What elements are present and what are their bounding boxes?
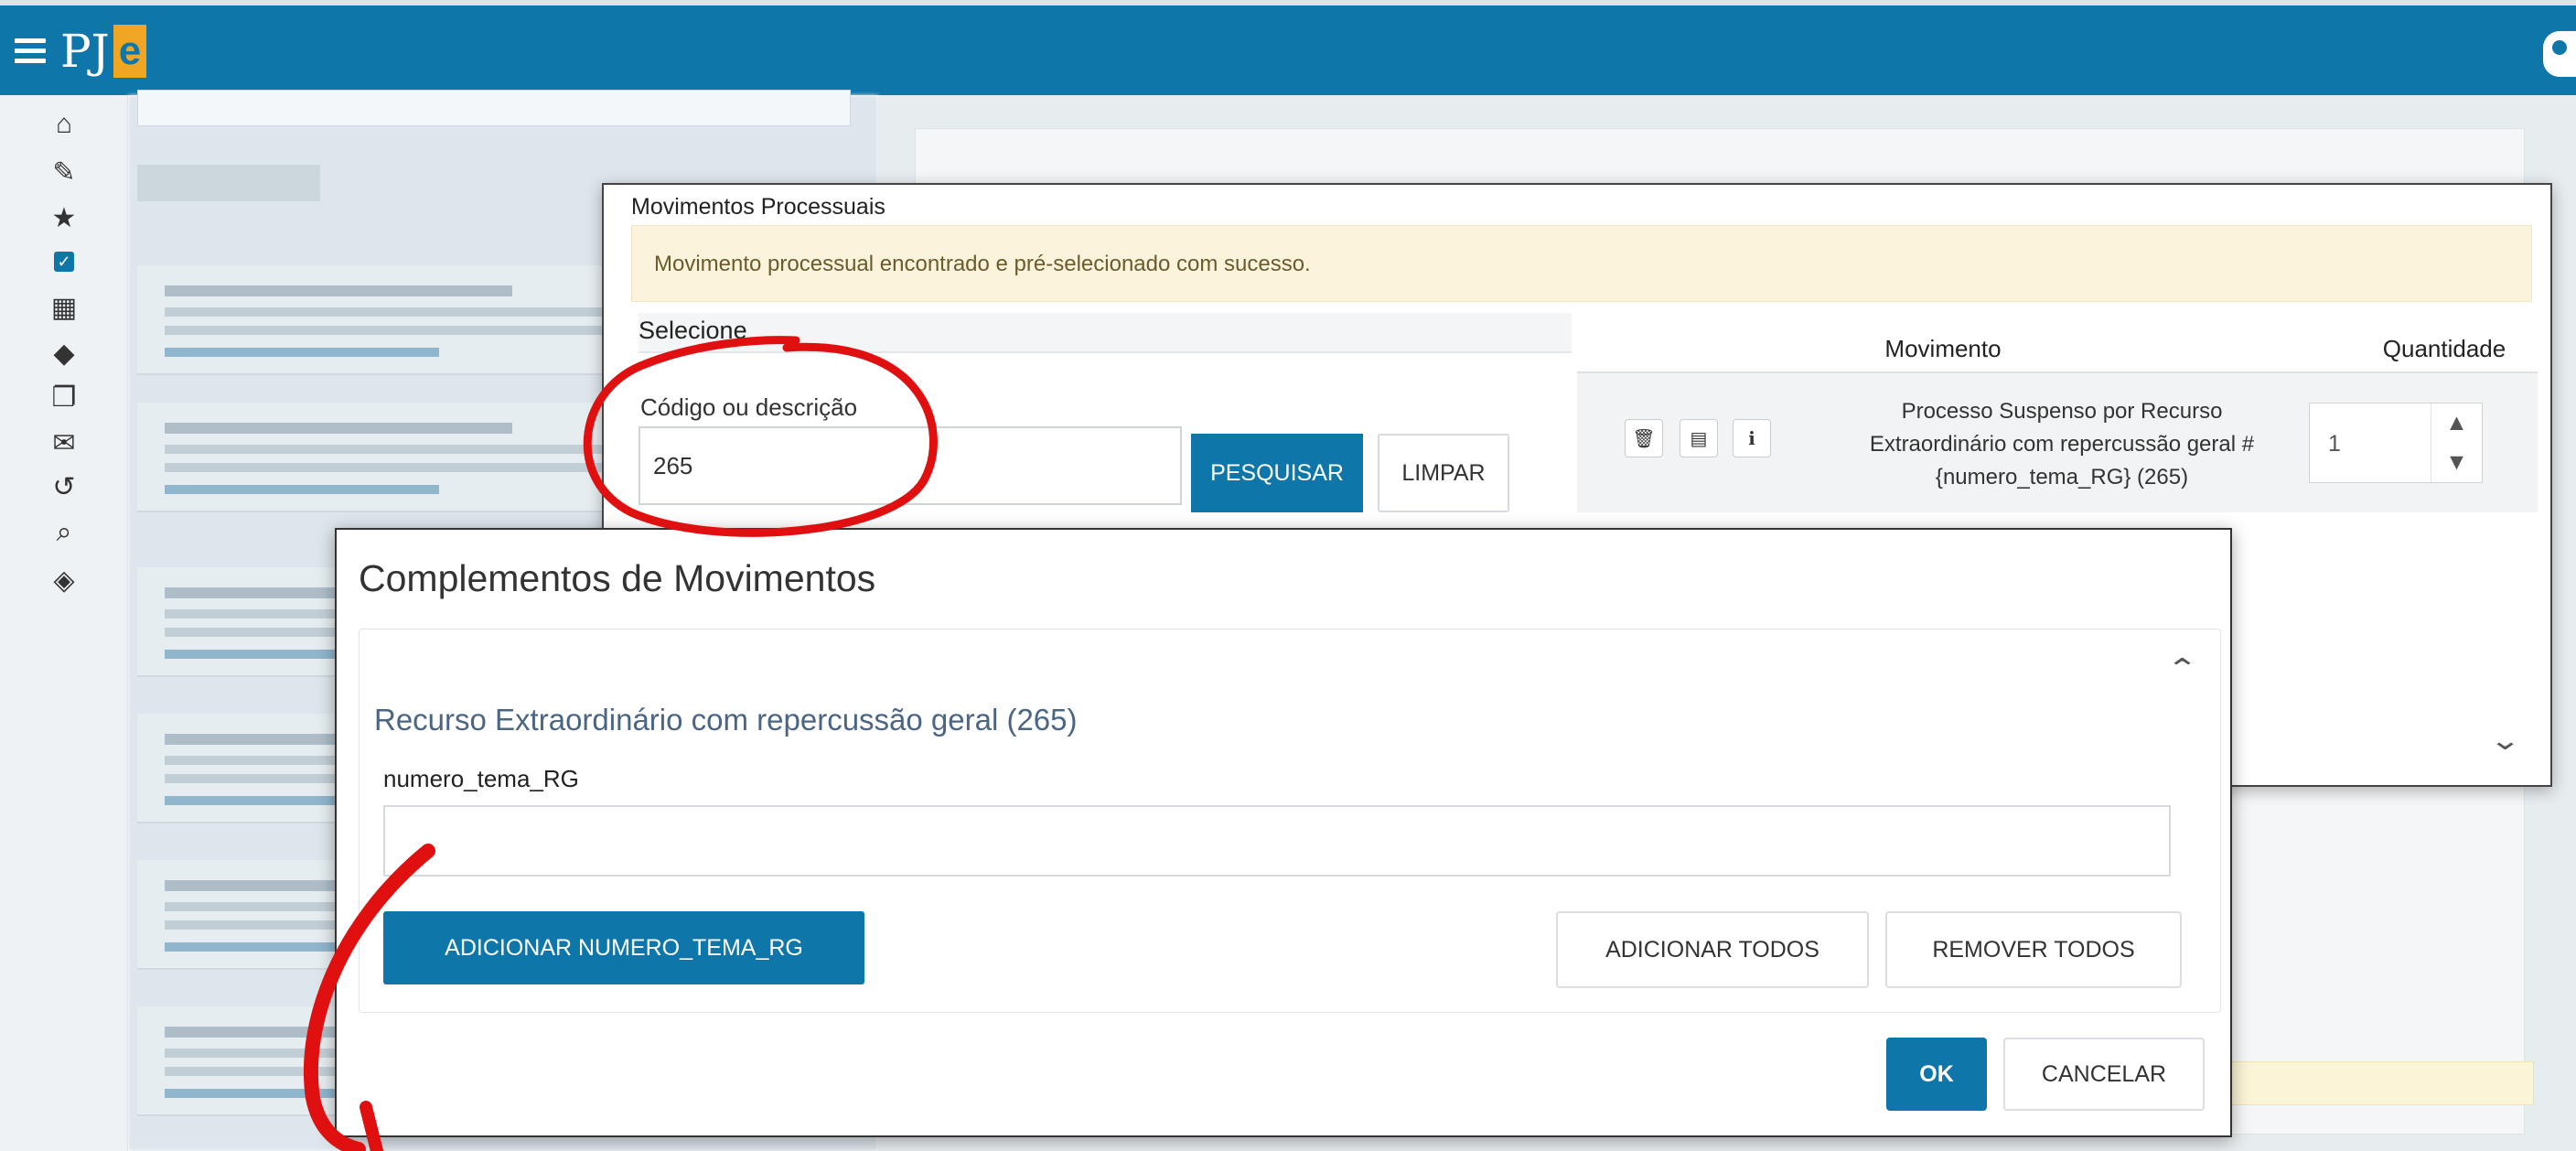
complementos-modal: Complementos de Movimentos ⌃ Recurso Ext… — [335, 528, 2232, 1137]
pencil-icon[interactable]: ✎ — [46, 154, 82, 190]
modal-title: Movimentos Processuais — [631, 194, 886, 220]
modal-title: Complementos de Movimentos — [359, 557, 876, 599]
cancel-button[interactable]: CANCELAR — [2003, 1038, 2205, 1111]
decrement-icon[interactable]: ▼ — [2445, 449, 2468, 476]
clear-button[interactable]: LIMPAR — [1378, 434, 1509, 512]
checkbox-icon[interactable]: ✓ — [46, 243, 82, 280]
icon-sidebar: ⌂ ✎ ★ ✓ ▦ ◆ ❐ ✉ ↺ ⌕ ◈ — [0, 95, 128, 1151]
quantity-stepper[interactable]: 1 ▲ ▼ — [2309, 403, 2483, 483]
tags-icon[interactable]: ◆ — [46, 335, 82, 371]
complement-card: ⌃ Recurso Extraordinário com repercussão… — [359, 629, 2221, 1013]
info-icon[interactable]: i — [1733, 419, 1771, 457]
remove-all-button[interactable]: REMOVER TODOS — [1885, 911, 2182, 988]
user-icon[interactable] — [2543, 31, 2576, 77]
search-icon[interactable]: ⌕ — [46, 514, 82, 551]
pje-logo[interactable]: PJ e — [60, 24, 147, 79]
history-icon[interactable]: ↺ — [46, 468, 82, 505]
document-icon[interactable]: ▤ — [1680, 419, 1718, 457]
copy-icon[interactable]: ❐ — [46, 379, 82, 415]
success-alert: Movimento processual encontrado e pré-se… — [631, 225, 2532, 302]
code-input[interactable] — [639, 426, 1182, 505]
background-search — [137, 90, 851, 126]
column-header-quantidade: Quantidade — [2382, 335, 2506, 362]
column-header-movimento: Movimento — [1884, 335, 2002, 362]
top-bar: PJ e — [0, 0, 2576, 95]
add-numero-tema-rg-button[interactable]: ADICIONAR NUMERO_TEMA_RG — [383, 911, 864, 984]
field-label: numero_tema_RG — [383, 765, 579, 792]
code-label: Código ou descrição — [640, 393, 858, 421]
menu-icon[interactable] — [15, 33, 46, 68]
numero-tema-rg-input[interactable] — [383, 805, 2171, 877]
chevron-down-icon[interactable]: ⌄ — [2489, 725, 2521, 757]
increment-icon[interactable]: ▲ — [2445, 410, 2468, 436]
star-icon[interactable]: ★ — [46, 199, 82, 236]
calendar-icon[interactable]: ▦ — [46, 289, 82, 326]
select-header: Selecione — [639, 313, 1572, 353]
search-button[interactable]: PESQUISAR — [1191, 434, 1363, 512]
diamond-arrows-icon[interactable]: ◈ — [46, 562, 82, 598]
complement-subtitle: Recurso Extraordinário com repercussão g… — [374, 703, 1078, 737]
ok-button[interactable]: OK — [1886, 1038, 1987, 1111]
home-icon[interactable]: ⌂ — [46, 106, 82, 143]
movement-description: Processo Suspenso por Recurso Extraordin… — [1869, 399, 2255, 489]
chevron-up-icon[interactable]: ⌃ — [2166, 653, 2198, 685]
trash-icon[interactable]: 🗑 — [1625, 419, 1663, 457]
envelope-icon[interactable]: ✉ — [46, 425, 82, 461]
add-all-button[interactable]: ADICIONAR TODOS — [1556, 911, 1869, 988]
table-row: 🗑 ▤ i Processo Suspenso por Recurso Extr… — [1577, 373, 2538, 512]
movements-table-header: Movimento Quantidade — [1577, 322, 2538, 373]
background-tabs — [137, 165, 320, 201]
